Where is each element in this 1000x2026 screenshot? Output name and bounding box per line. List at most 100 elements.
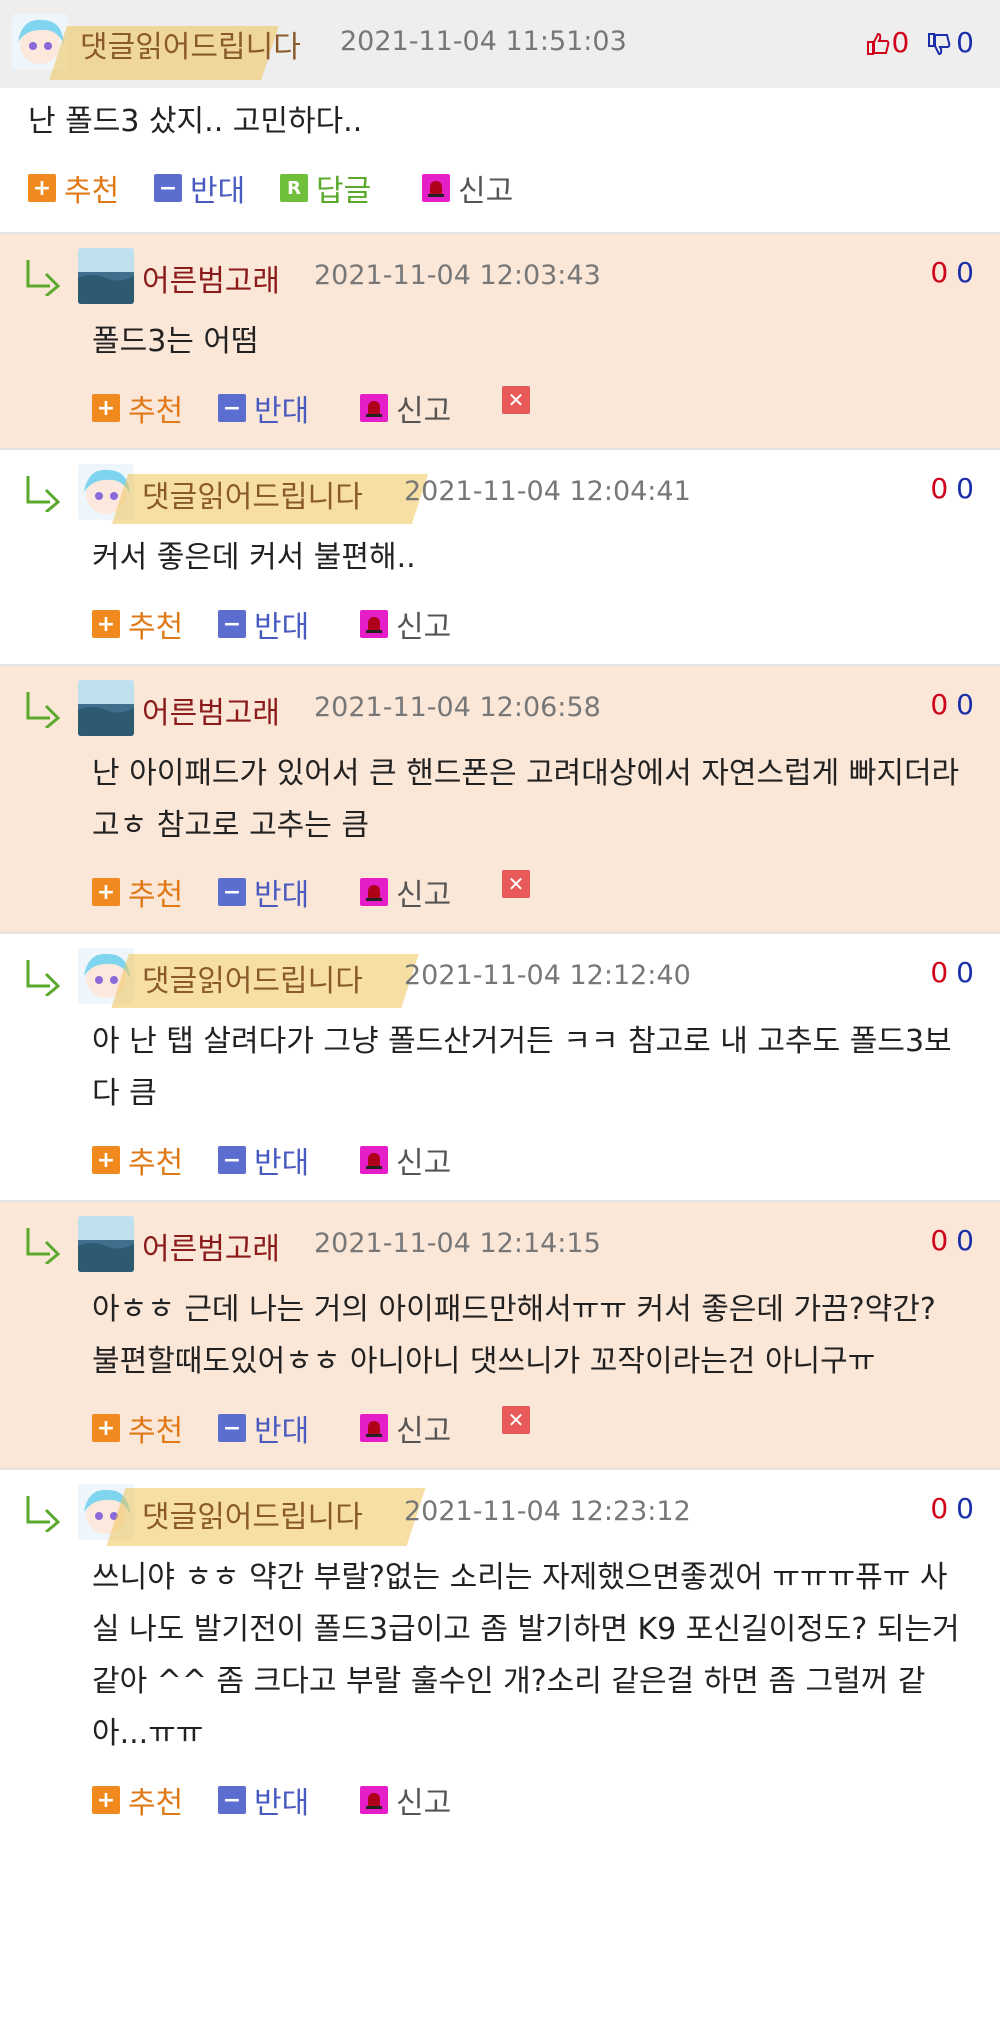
down-count[interactable]: 0	[956, 1224, 974, 1257]
comment-header: 어른범고래 2021-11-04 12:03:43 00	[0, 234, 1000, 316]
reply-arrow-icon	[26, 1228, 61, 1264]
nickname[interactable]: 어른범고래	[142, 688, 280, 732]
comment: 댓글읽어드립니다 2021-11-04 12:04:41 00 커서 좋은데 커…	[0, 448, 1000, 664]
minus-icon: −	[218, 1786, 246, 1814]
avatar[interactable]	[78, 680, 134, 736]
up-count[interactable]: 0	[930, 956, 948, 989]
timestamp: 2021-11-04 12:23:12	[404, 1496, 691, 1527]
siren-icon	[360, 1786, 388, 1814]
recommend-button[interactable]: + 추천	[28, 166, 119, 210]
report-button[interactable]: 신고	[360, 870, 451, 914]
close-icon: ✕	[502, 870, 530, 898]
thumb-down-icon[interactable]	[926, 31, 952, 57]
minus-icon: −	[218, 394, 246, 422]
nickname[interactable]: 어른범고래	[142, 256, 280, 300]
delete-button[interactable]: ✕	[502, 870, 538, 898]
oppose-button[interactable]: − 반대	[218, 602, 309, 646]
siren-icon	[360, 394, 388, 422]
oppose-button[interactable]: − 반대	[154, 166, 245, 210]
avatar[interactable]	[78, 1216, 134, 1272]
minus-icon: −	[218, 878, 246, 906]
report-button[interactable]: 신고	[422, 166, 513, 210]
recommend-button[interactable]: + 추천	[92, 1138, 183, 1182]
siren-icon	[360, 1146, 388, 1174]
report-button[interactable]: 신고	[360, 1778, 451, 1822]
delete-button[interactable]: ✕	[502, 386, 538, 414]
comment: 댓글읽어드립니다 2021-11-04 11:51:03 0 0 난 폴드3 샀…	[0, 0, 1000, 232]
delete-button[interactable]: ✕	[502, 1406, 538, 1434]
comment-thread: 댓글읽어드립니다 2021-11-04 11:51:03 0 0 난 폴드3 샀…	[0, 0, 1000, 1840]
report-button[interactable]: 신고	[360, 602, 451, 646]
plus-icon: +	[92, 878, 120, 906]
reply-arrow-icon	[26, 476, 61, 512]
comment-header: 댓글읽어드립니다 2021-11-04 12:12:40 00	[0, 934, 1000, 1016]
comment-actions: + 추천 − 반대 신고 ✕	[0, 1388, 1000, 1468]
comment-text: 난 폴드3 샀지.. 고민하다..	[28, 104, 363, 139]
comment-header: 댓글읽어드립니다 2021-11-04 12:23:12 00	[0, 1470, 1000, 1552]
oppose-button[interactable]: − 반대	[218, 1406, 309, 1450]
comment: 어른범고래 2021-11-04 12:14:15 00 아ㅎㅎ 근데 나는 거…	[0, 1200, 1000, 1468]
report-button[interactable]: 신고	[360, 1406, 451, 1450]
siren-icon	[360, 610, 388, 638]
recommend-button[interactable]: + 추천	[92, 870, 183, 914]
oppose-button[interactable]: − 반대	[218, 1778, 309, 1822]
oppose-button[interactable]: − 반대	[218, 1138, 309, 1182]
comment-actions: + 추천 − 반대 신고	[0, 1120, 1000, 1200]
up-count[interactable]: 0	[930, 256, 948, 289]
comment-header: 어른범고래 2021-11-04 12:06:58 00	[0, 666, 1000, 748]
reply-button[interactable]: R 답글	[280, 166, 371, 210]
nickname[interactable]: 댓글읽어드립니다	[142, 956, 363, 1000]
up-count[interactable]: 0	[930, 1492, 948, 1525]
nickname[interactable]: 댓글읽어드립니다	[142, 472, 363, 516]
comment-header: 댓글읽어드립니다 2021-11-04 11:51:03 0 0	[0, 0, 1000, 88]
up-count[interactable]: 0	[930, 688, 948, 721]
nickname[interactable]: 어른범고래	[142, 1224, 280, 1268]
thumb-up-icon[interactable]	[865, 31, 891, 57]
minus-icon: −	[218, 1414, 246, 1442]
nickname[interactable]: 댓글읽어드립니다	[142, 1492, 363, 1536]
comment-actions: + 추천 − 반대 신고	[0, 584, 1000, 664]
recommend-button[interactable]: + 추천	[92, 1778, 183, 1822]
comment-actions: + 추천 − 반대 신고 ✕	[0, 852, 1000, 932]
comment: 어른범고래 2021-11-04 12:06:58 00 난 아이패드가 있어서…	[0, 664, 1000, 932]
plus-icon: +	[28, 174, 56, 202]
comment: 댓글읽어드립니다 2021-11-04 12:23:12 00 쓰니야 ㅎㅎ 약…	[0, 1468, 1000, 1840]
vote-counts: 0 0	[865, 26, 974, 59]
comment-actions: + 추천 − 반대 신고 ✕	[0, 368, 1000, 448]
vote-counts: 00	[930, 688, 974, 721]
comment-text: 커서 좋은데 커서 불편해..	[92, 540, 416, 575]
report-button[interactable]: 신고	[360, 386, 451, 430]
down-count[interactable]: 0	[956, 956, 974, 989]
minus-icon: −	[218, 1146, 246, 1174]
oppose-button[interactable]: − 반대	[218, 386, 309, 430]
recommend-button[interactable]: + 추천	[92, 602, 183, 646]
down-count[interactable]: 0	[956, 472, 974, 505]
plus-icon: +	[92, 1414, 120, 1442]
siren-icon	[360, 1414, 388, 1442]
up-count[interactable]: 0	[930, 472, 948, 505]
recommend-button[interactable]: + 추천	[92, 1406, 183, 1450]
plus-icon: +	[92, 1786, 120, 1814]
down-count[interactable]: 0	[956, 688, 974, 721]
avatar[interactable]	[78, 248, 134, 304]
siren-icon	[422, 174, 450, 202]
report-button[interactable]: 신고	[360, 1138, 451, 1182]
recommend-button[interactable]: + 추천	[92, 386, 183, 430]
comment-header: 어른범고래 2021-11-04 12:14:15 00	[0, 1202, 1000, 1284]
oppose-button[interactable]: − 반대	[218, 870, 309, 914]
nickname[interactable]: 댓글읽어드립니다	[80, 22, 301, 66]
timestamp: 2021-11-04 12:12:40	[404, 960, 691, 991]
comment-text: 쓰니야 ㅎㅎ 약간 부랄?없는 소리는 자제했으면좋겠어 ㅠㅠㅠ퓨ㅠ 사실 나도…	[92, 1560, 960, 1751]
down-count[interactable]: 0	[956, 256, 974, 289]
comment: 댓글읽어드립니다 2021-11-04 12:12:40 00 아 난 탭 살려…	[0, 932, 1000, 1200]
up-count: 0	[891, 26, 910, 59]
up-count[interactable]: 0	[930, 1224, 948, 1257]
timestamp: 2021-11-04 12:03:43	[314, 260, 601, 291]
timestamp: 2021-11-04 11:51:03	[340, 26, 627, 57]
comment-text: 아 난 탭 살려다가 그냥 폴드산거거든 ㅋㅋ 참고로 내 고추도 폴드3보다 …	[92, 1024, 952, 1111]
down-count[interactable]: 0	[956, 1492, 974, 1525]
timestamp: 2021-11-04 12:04:41	[404, 476, 691, 507]
plus-icon: +	[92, 1146, 120, 1174]
plus-icon: +	[92, 394, 120, 422]
down-count: 0	[956, 26, 974, 59]
